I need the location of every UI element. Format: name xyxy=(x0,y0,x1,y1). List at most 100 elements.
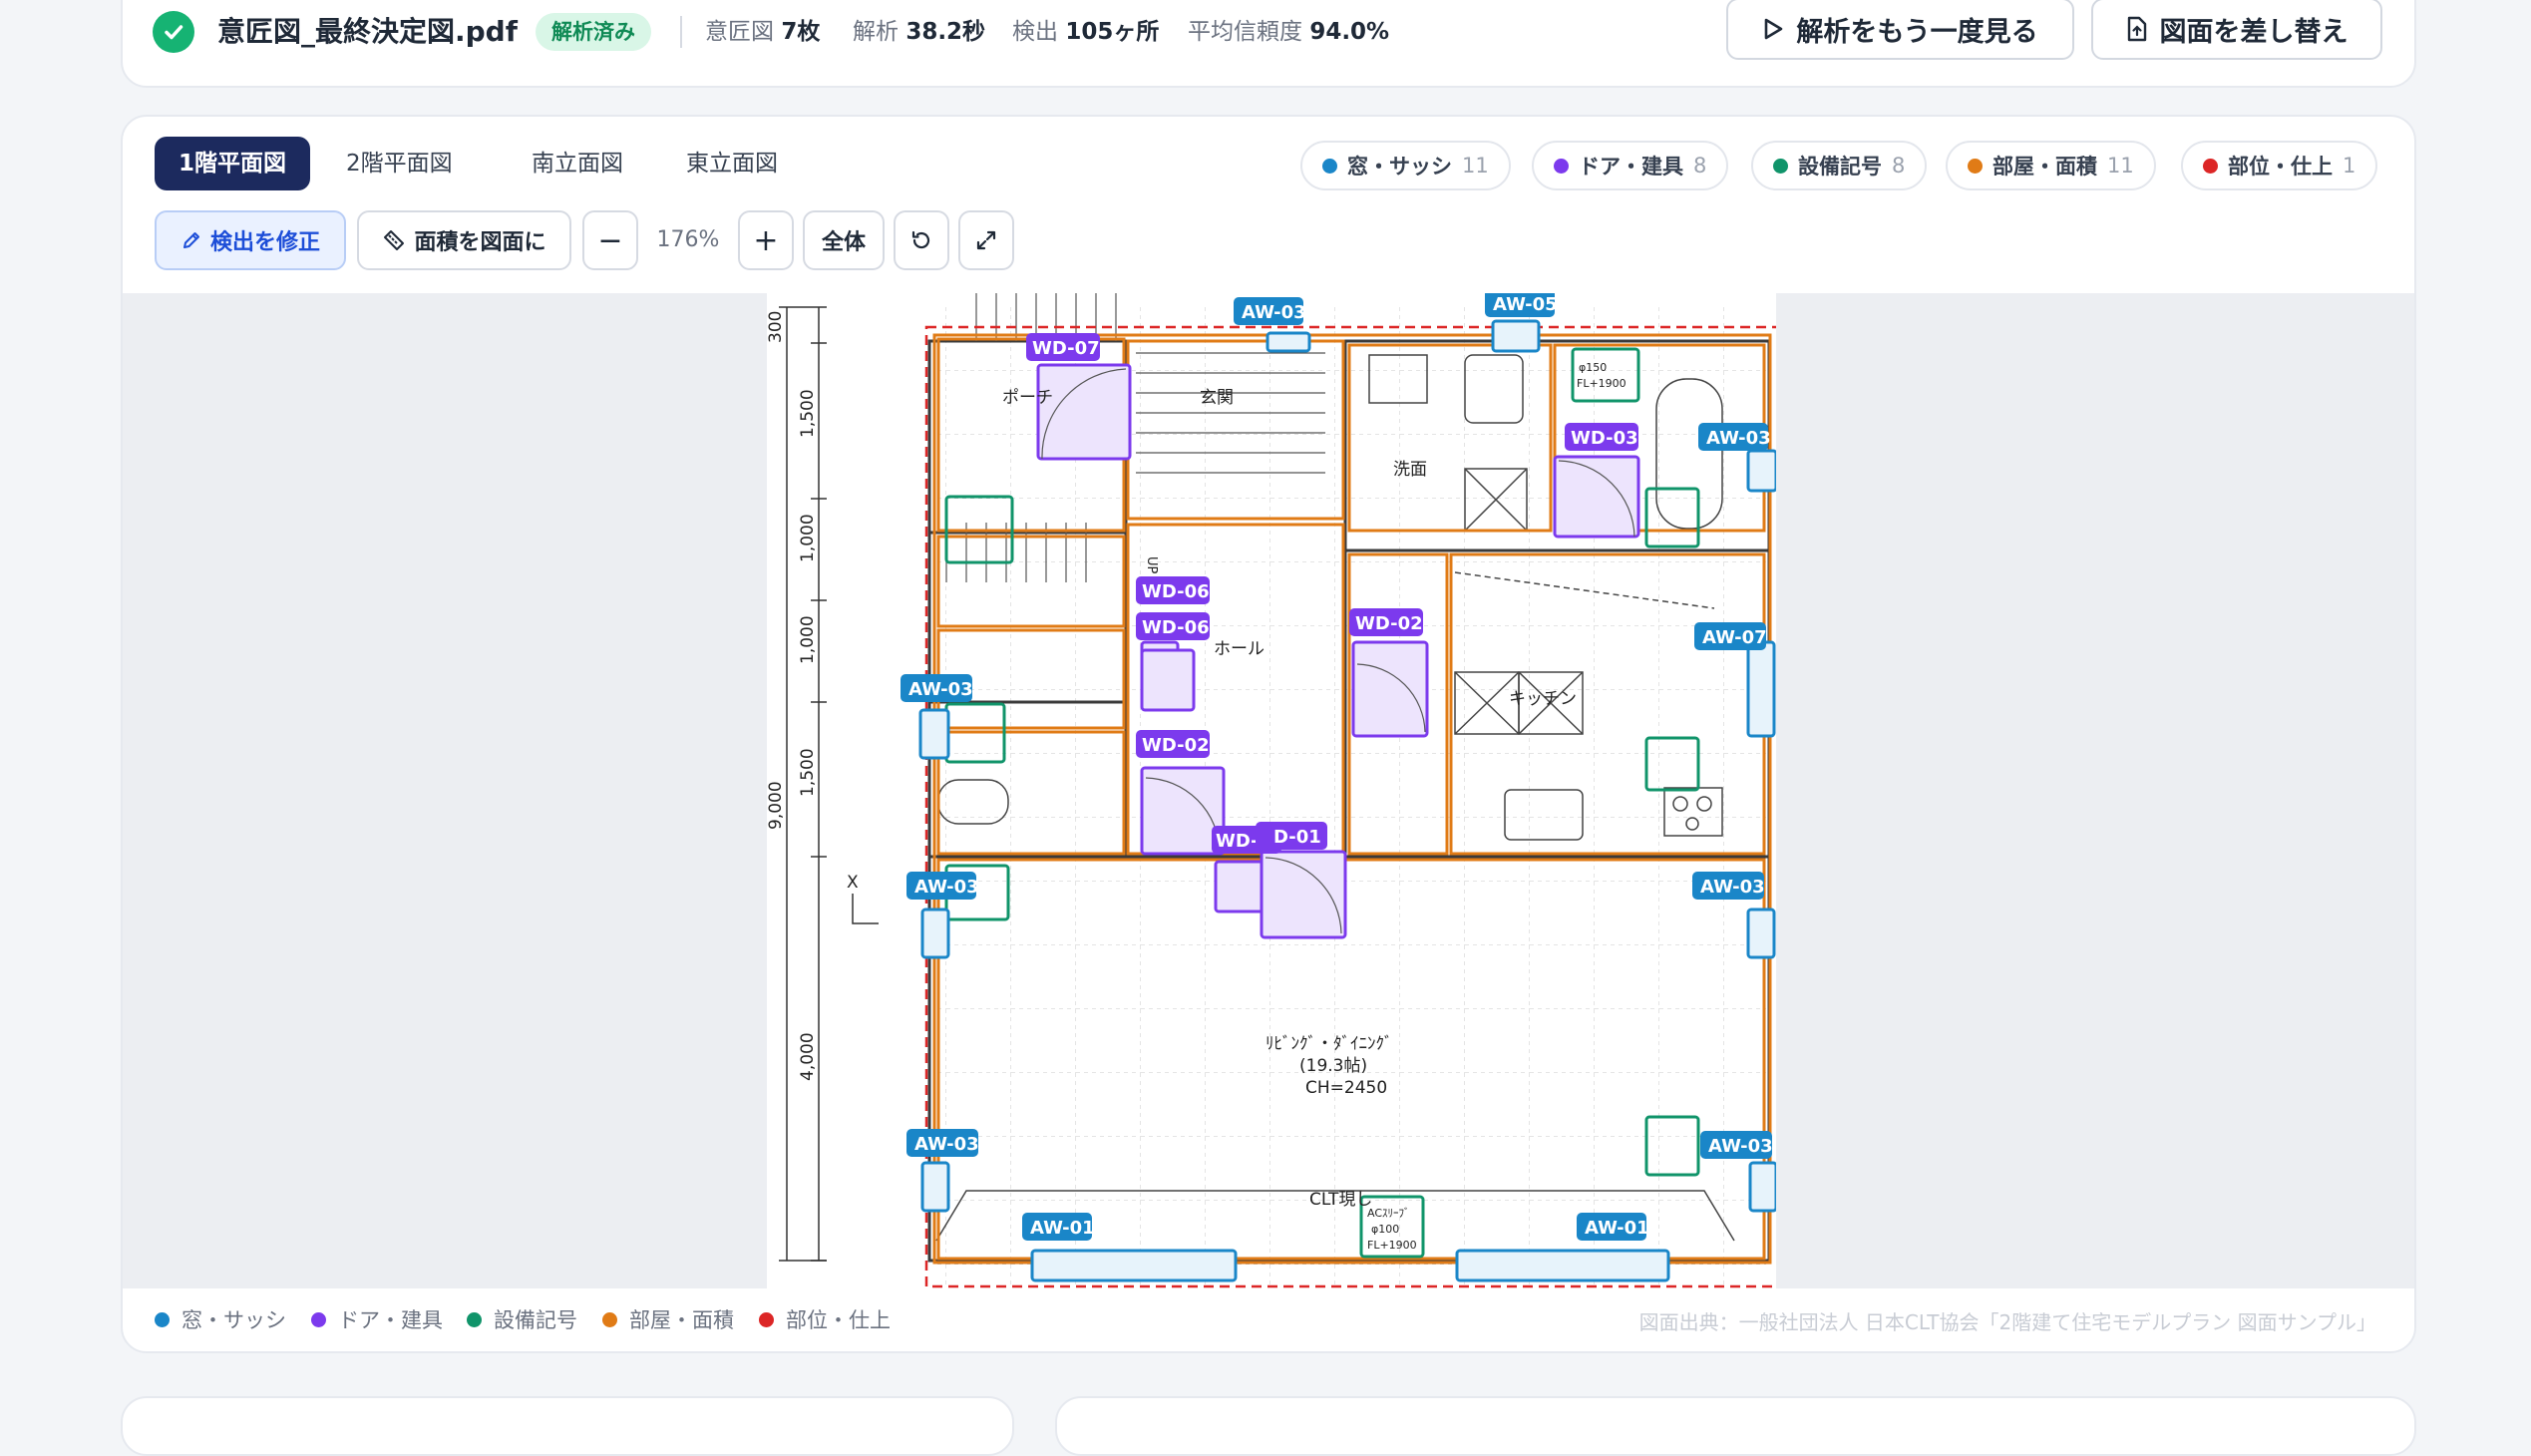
color-dot xyxy=(1968,158,1983,174)
filter-chip-doors[interactable]: ドア・建具 8 xyxy=(1532,141,1729,190)
file-name: 意匠図_最終決定図.pdf xyxy=(217,15,518,48)
svg-text:ACｽﾘｰﾌﾞ: ACｽﾘｰﾌﾞ xyxy=(1367,1207,1410,1220)
dimension-labels: 300 1,500 1,000 1,000 1,500 9,000 4,000 xyxy=(766,311,818,1081)
ruler-icon xyxy=(384,230,405,250)
tag-aw03[interactable]: AW-03 xyxy=(1692,872,1765,900)
zoom-in-button[interactable]: + xyxy=(738,210,794,270)
tag-aw03[interactable]: AW-03 xyxy=(1698,423,1771,451)
svg-text:FL+1900: FL+1900 xyxy=(1577,377,1627,390)
dim-total: 9,000 xyxy=(767,781,786,830)
tag-aw05[interactable]: AW-05 xyxy=(1485,289,1558,317)
svg-text:φ150: φ150 xyxy=(1579,361,1607,374)
svg-text:WD-06: WD-06 xyxy=(1142,617,1210,638)
tab-floor1[interactable]: 1階平面図 xyxy=(155,137,311,190)
svg-text:AW-03: AW-03 xyxy=(1706,428,1771,449)
tag-wd06[interactable]: WD-06 xyxy=(1136,612,1210,640)
svg-text:AW-03: AW-03 xyxy=(914,1134,979,1155)
svg-text:WD-06: WD-06 xyxy=(1142,581,1210,602)
fit-all-button[interactable]: 全体 xyxy=(803,210,885,270)
status-badge: 解析済み xyxy=(536,13,651,51)
svg-text:φ100: φ100 xyxy=(1371,1223,1399,1236)
svg-text:洗面: 洗面 xyxy=(1393,460,1427,480)
svg-text:WD-03: WD-03 xyxy=(1571,428,1638,449)
filter-chip-rooms[interactable]: 部屋・面積 11 xyxy=(1946,141,2156,190)
floor-plan-svg[interactable]: 300 1,500 1,000 1,000 1,500 9,000 4,000 … xyxy=(766,289,1781,1289)
svg-text:AW-03: AW-03 xyxy=(1242,302,1306,323)
tag-d01[interactable]: D-01 xyxy=(1256,822,1327,850)
legend-item-rooms: 部屋・面積 xyxy=(602,1304,734,1334)
tag-wd02[interactable]: WD-02 xyxy=(1136,730,1210,758)
stat-detections: 検出 105ヶ所 xyxy=(1012,19,1160,45)
svg-text:AW-05: AW-05 xyxy=(1493,294,1558,315)
legend-item-doors: ドア・建具 xyxy=(311,1304,443,1334)
rotate-button[interactable] xyxy=(894,210,949,270)
fullscreen-button[interactable] xyxy=(958,210,1014,270)
tag-aw07[interactable]: AW-07 xyxy=(1694,622,1767,650)
filter-chip-finishes[interactable]: 部位・仕上 1 xyxy=(2181,141,2378,190)
svg-text:AW-01: AW-01 xyxy=(1030,1218,1095,1239)
svg-text:CLT現し: CLT現し xyxy=(1309,1190,1372,1210)
tag-wd02[interactable]: WD-02 xyxy=(1349,608,1423,636)
file-replace-icon xyxy=(2127,16,2146,42)
area-to-plan-button[interactable]: 面積を図面に xyxy=(357,210,571,270)
tag-wd07[interactable]: WD-07 xyxy=(1026,333,1100,361)
svg-text:玄関: 玄関 xyxy=(1200,388,1234,408)
summary-card-left xyxy=(121,1396,1014,1456)
svg-text:AW-03: AW-03 xyxy=(914,877,979,898)
legend-item-finishes: 部位・仕上 xyxy=(759,1304,891,1334)
tag-aw03[interactable]: AW-03 xyxy=(1700,1131,1773,1159)
legend-bar: 窓・サッシ ドア・建具 設備記号 部屋・面積 部位・仕上 図面出典：一般社団法人… xyxy=(123,1288,2414,1351)
svg-text:ﾘﾋﾞﾝｸﾞ・ﾀﾞｲﾆﾝｸﾞ: ﾘﾋﾞﾝｸﾞ・ﾀﾞｲﾆﾝｸﾞ xyxy=(1266,1034,1393,1054)
dim-1500-b: 1,500 xyxy=(798,748,818,797)
filter-chip-windows[interactable]: 窓・サッシ 11 xyxy=(1300,141,1511,190)
tag-wd03[interactable]: WD-03 xyxy=(1565,423,1638,451)
tab-south-elevation[interactable]: 南立面図 xyxy=(508,137,647,190)
tag-aw03[interactable]: AW-03 xyxy=(1234,297,1306,325)
svg-text:キッチン: キッチン xyxy=(1509,689,1577,709)
dim-4000: 4,000 xyxy=(798,1032,818,1081)
pencil-icon xyxy=(182,232,199,248)
replay-analysis-button[interactable]: 解析をもう一度見る xyxy=(1726,0,2074,60)
color-dot xyxy=(1773,158,1788,174)
stat-pages: 意匠図 7枚 xyxy=(705,19,821,45)
svg-text:AW-07: AW-07 xyxy=(1702,627,1767,648)
zoom-out-button[interactable]: − xyxy=(582,210,638,270)
svg-text:AW-01: AW-01 xyxy=(1585,1218,1649,1239)
color-dot xyxy=(1322,158,1337,174)
tag-aw01[interactable]: AW-01 xyxy=(1022,1213,1095,1241)
summary-card-right xyxy=(1055,1396,2416,1456)
drawing-canvas[interactable]: 300 1,500 1,000 1,000 1,500 9,000 4,000 … xyxy=(123,289,2414,1289)
tag-wd06[interactable]: WD-06 xyxy=(1136,576,1210,604)
svg-text:ホール: ホール xyxy=(1214,639,1265,659)
axis-mark: X xyxy=(847,873,859,893)
tag-aw03[interactable]: AW-03 xyxy=(901,674,973,702)
tag-aw01[interactable]: AW-01 xyxy=(1577,1213,1649,1241)
filter-chip-equipment[interactable]: 設備記号 8 xyxy=(1751,141,1928,190)
drawing-viewer-card: 1階平面図 2階平面図 南立面図 東立面図 窓・サッシ 11 ドア・建具 8 設… xyxy=(121,115,2416,1353)
expand-icon xyxy=(976,230,996,250)
svg-text:AW-03: AW-03 xyxy=(1700,877,1765,898)
floor-plan-drawing[interactable]: 300 1,500 1,000 1,000 1,500 9,000 4,000 … xyxy=(766,289,1781,1289)
svg-text:WD-02: WD-02 xyxy=(1355,613,1423,634)
stat-duration: 解析 38.2秒 xyxy=(853,19,986,45)
svg-text:WD-02: WD-02 xyxy=(1142,735,1210,756)
tab-floor2[interactable]: 2階平面図 xyxy=(322,137,477,190)
color-dot xyxy=(2203,158,2218,174)
tag-aw03[interactable]: AW-03 xyxy=(906,1129,979,1157)
edit-detection-button[interactable]: 検出を修正 xyxy=(155,210,346,270)
color-dot xyxy=(1554,158,1569,174)
tag-aw03[interactable]: AW-03 xyxy=(906,872,979,900)
drawing-source-note: 図面出典：一般社団法人 日本CLT協会「2階建て住宅モデルプラン 図面サンプル」 xyxy=(1638,1310,2376,1334)
dim-1500-a: 1,500 xyxy=(798,389,818,438)
svg-text:AW-03: AW-03 xyxy=(908,679,973,700)
svg-text:UP: UP xyxy=(1144,556,1159,574)
replace-drawing-button[interactable]: 図面を差し替え xyxy=(2091,0,2382,60)
tab-east-elevation[interactable]: 東立面図 xyxy=(662,137,802,190)
legend-item-equipment: 設備記号 xyxy=(467,1304,577,1334)
axis-line xyxy=(852,894,879,924)
divider xyxy=(680,16,682,48)
check-circle-icon xyxy=(153,11,194,53)
svg-text:CH=2450: CH=2450 xyxy=(1305,1078,1387,1098)
dim-1000-b: 1,000 xyxy=(798,615,818,664)
svg-text:AW-03: AW-03 xyxy=(1708,1136,1773,1157)
